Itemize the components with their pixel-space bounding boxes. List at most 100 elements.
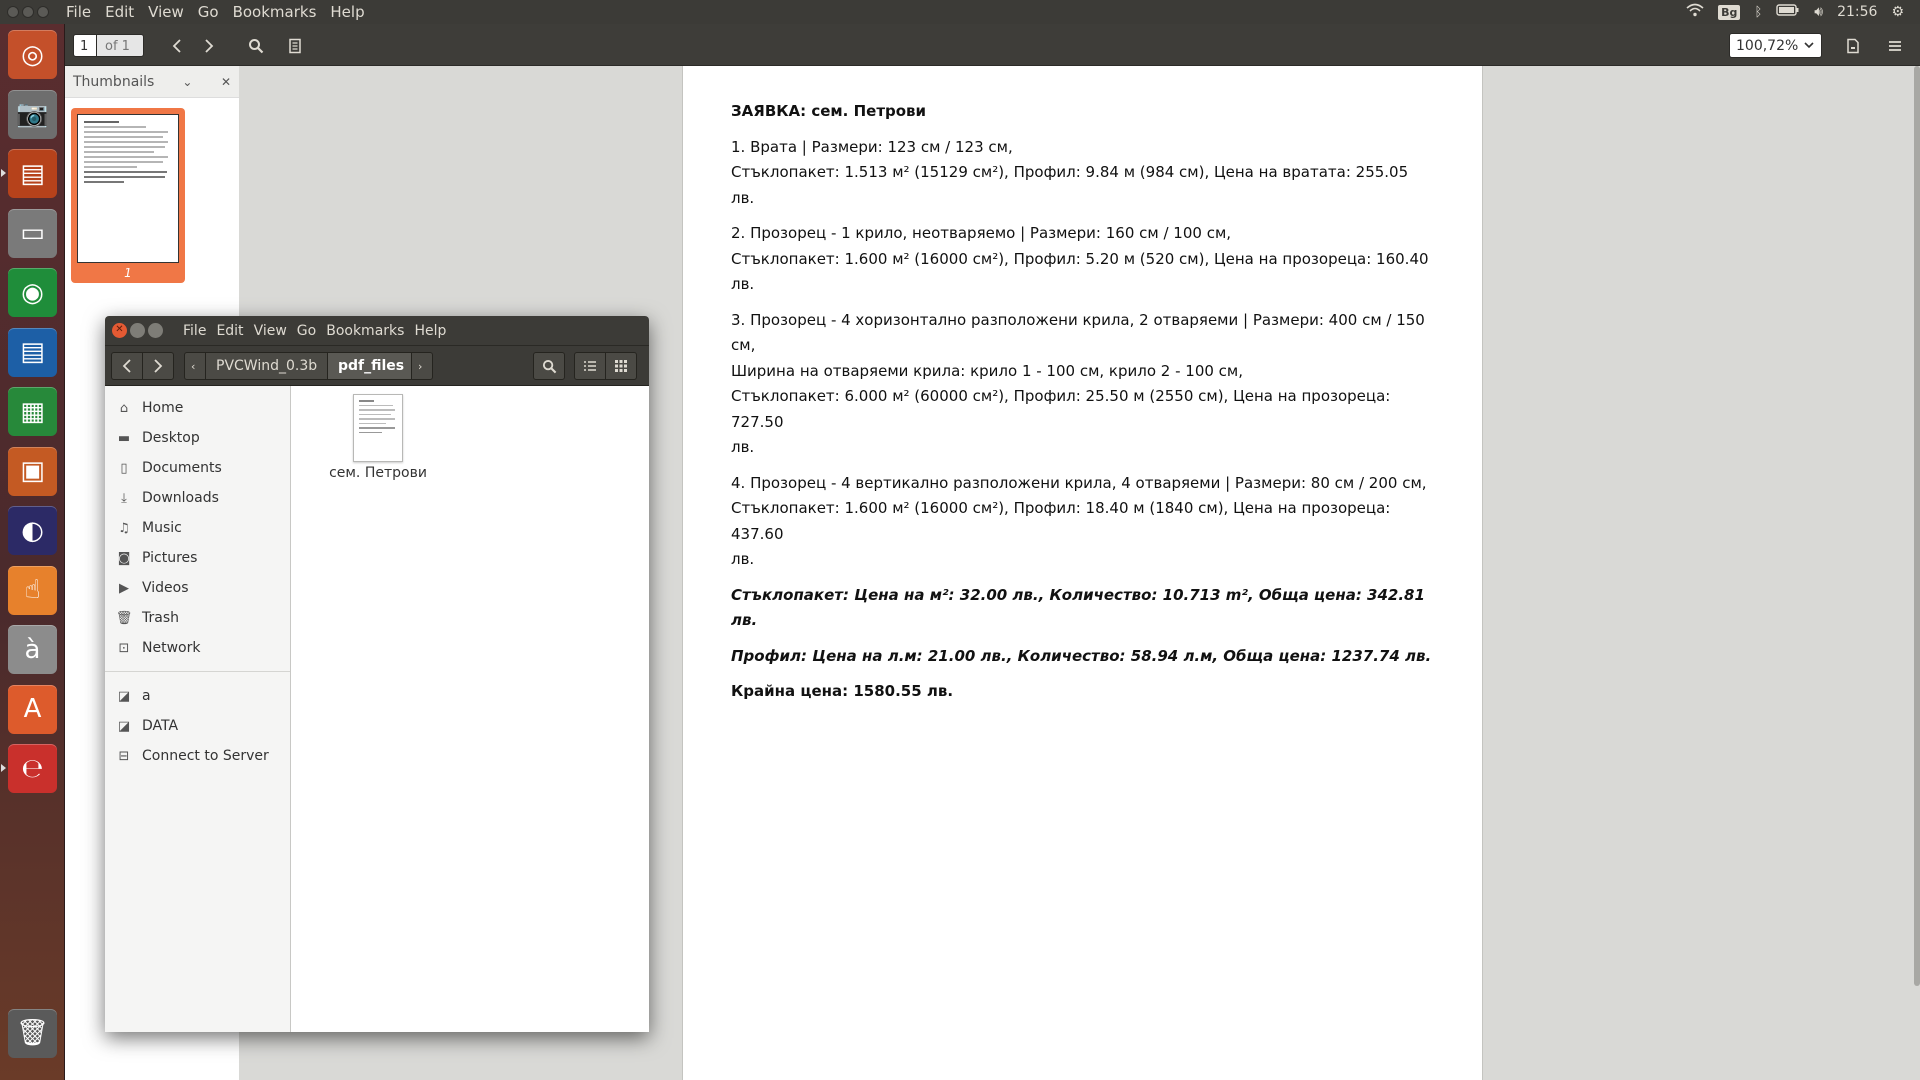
launcher-chrome-icon[interactable]: ◉: [8, 268, 57, 317]
document-line: Стъклопакет: 6.000 м² (60000 см²), Профи…: [731, 387, 1391, 431]
breadcrumb-item-current[interactable]: pdf_files: [327, 352, 416, 380]
menu-help[interactable]: Help: [323, 3, 371, 21]
maximize-icon[interactable]: [148, 323, 163, 338]
zoom-select[interactable]: 100,72%: [1729, 33, 1822, 58]
hamburger-menu-button[interactable]: [1883, 34, 1907, 57]
gear-icon[interactable]: ⚙: [1891, 4, 1904, 20]
launcher-ubuntu-dash-icon[interactable]: ◎: [8, 30, 57, 79]
files-titlebar: ✕ File Edit View Go Bookmarks Help: [105, 316, 649, 346]
file-item[interactable]: сем. Петрови: [328, 394, 428, 481]
back-button[interactable]: [111, 352, 143, 380]
page-number-input[interactable]: 1: [73, 34, 97, 57]
menu-view[interactable]: View: [141, 3, 191, 21]
sidebar-item-pictures[interactable]: ◙ Pictures: [105, 543, 290, 573]
volume-icon[interactable]: 🔊︎: [1814, 4, 1823, 20]
sidebar-item-a[interactable]: ◪ a: [105, 681, 290, 711]
document-properties-button[interactable]: [1841, 34, 1865, 57]
launcher-software-center-icon[interactable]: A: [8, 684, 57, 734]
document-line: 1. Врата | Размери: 123 см / 123 см,: [731, 137, 1013, 156]
sidebar-item-music[interactable]: ♫ Music: [105, 513, 290, 543]
trash-icon: 🗑: [115, 610, 133, 626]
battery-icon[interactable]: [1776, 4, 1800, 20]
launcher-file-manager-icon[interactable]: ▤: [8, 149, 57, 198]
forward-button[interactable]: [142, 352, 174, 380]
search-icon: [249, 38, 264, 53]
search-button[interactable]: [533, 352, 565, 380]
sidebar-item-trash[interactable]: 🗑 Trash: [105, 603, 290, 633]
sidebar-item-data[interactable]: ◪ DATA: [105, 711, 290, 741]
menu-edit[interactable]: Edit: [98, 3, 141, 21]
chevron-down-icon[interactable]: ⌄: [182, 75, 192, 89]
keyboard-layout-indicator[interactable]: Bg: [1718, 4, 1741, 20]
sidebar-item-connect-to-server[interactable]: ⊟ Connect to Server: [105, 741, 290, 771]
minimize-icon[interactable]: [130, 323, 145, 338]
menu-file[interactable]: File: [59, 3, 98, 21]
next-page-button[interactable]: [197, 34, 221, 57]
page-thumbnail[interactable]: 1: [71, 108, 185, 283]
sidebar-item-label: Downloads: [142, 490, 219, 506]
files-window: ✕ File Edit View Go Bookmarks Help ‹ PVC…: [105, 316, 649, 1032]
thumbnail-page-preview: [77, 114, 179, 263]
launcher-trash-icon[interactable]: 🗑: [8, 1008, 57, 1058]
menu-go[interactable]: Go: [191, 3, 226, 21]
sidebar-mode-label[interactable]: Thumbnails: [73, 74, 154, 90]
files-toolbar: ‹ PVCWind_0.3b pdf_files ›: [105, 346, 649, 386]
thumbnail-page-number: 1: [124, 266, 132, 280]
files-menu-file[interactable]: File: [178, 323, 211, 339]
document-item: 4. Прозорец - 4 вертикално разположени к…: [731, 471, 1434, 573]
wifi-icon[interactable]: [1686, 3, 1704, 21]
launcher-disk-drive-icon[interactable]: ▭: [8, 208, 57, 258]
close-icon[interactable]: ✕: [112, 323, 127, 338]
previous-page-button[interactable]: [165, 34, 189, 57]
files-menu-help[interactable]: Help: [409, 323, 451, 339]
clock[interactable]: 21:56: [1837, 4, 1877, 20]
network-icon: ⊡: [118, 640, 130, 656]
menu-bookmarks[interactable]: Bookmarks: [226, 3, 324, 21]
sidebar-item-downloads[interactable]: ⤓ Downloads: [105, 483, 290, 513]
close-icon[interactable]: ✕: [221, 75, 231, 89]
search-button[interactable]: [244, 34, 268, 57]
chevron-left-icon: [172, 38, 181, 53]
annotations-button[interactable]: [283, 34, 307, 57]
launcher-eclipse-icon[interactable]: ◐: [8, 506, 57, 555]
breadcrumb-scroll-right[interactable]: ›: [411, 352, 433, 380]
minimize-icon[interactable]: [22, 6, 34, 18]
notes-icon: [289, 38, 301, 53]
document-items: 1. Врата | Размери: 123 см / 123 см, Стък…: [731, 135, 1434, 573]
sidebar-item-network[interactable]: ⊡ Network: [105, 633, 290, 663]
launcher-calc-icon[interactable]: ▦: [8, 387, 57, 436]
close-icon[interactable]: [7, 6, 19, 18]
sidebar-item-documents[interactable]: ▯ Documents: [105, 453, 290, 483]
files-menu-view[interactable]: View: [249, 323, 292, 339]
grid-view-button[interactable]: [605, 352, 637, 380]
launcher-character-map-icon[interactable]: à: [8, 625, 57, 674]
scrollbar[interactable]: [1914, 66, 1920, 986]
launcher-pdf-viewer-icon[interactable]: ℮: [8, 744, 57, 793]
places-list: ⌂ Home ▬ Desktop ▯ Documents ⤓ Downloads ♫ Music ◙…: [105, 393, 290, 663]
document-item: 3. Прозорец - 4 хоризонтално разположени…: [731, 308, 1434, 461]
launcher-writer-icon[interactable]: ▤: [8, 327, 57, 377]
desktop-icon: ▬: [117, 430, 131, 446]
sidebar-item-desktop[interactable]: ▬ Desktop: [105, 423, 290, 453]
sidebar-item-home[interactable]: ⌂ Home: [105, 393, 290, 423]
window-controls[interactable]: [7, 6, 49, 18]
launcher: ◎ 📷 ▤ ▭ ◉ ▤ ▦ ▣ ◐ ☝ à A ℮ 🗑: [0, 24, 65, 1080]
maximize-icon[interactable]: [37, 6, 49, 18]
document-icon: [1847, 38, 1859, 53]
files-menu-edit[interactable]: Edit: [211, 323, 248, 339]
zoom-value: 100,72%: [1736, 38, 1798, 53]
files-menu-go[interactable]: Go: [292, 323, 321, 339]
breadcrumb-scroll-left[interactable]: ‹: [184, 352, 206, 380]
launcher-touch-app-icon[interactable]: ☝: [8, 565, 57, 615]
breadcrumb-item[interactable]: PVCWind_0.3b: [205, 352, 329, 380]
files-menu-bookmarks[interactable]: Bookmarks: [321, 323, 409, 339]
document-line: Стъклопакет: 1.600 м² (16000 см²), Профи…: [731, 499, 1391, 543]
bluetooth-icon[interactable]: ᛒ: [1754, 5, 1762, 20]
launcher-impress-icon[interactable]: ▣: [8, 446, 57, 496]
pdf-file-icon: [353, 394, 403, 462]
document-line: лв.: [731, 438, 755, 456]
launcher-camera-icon[interactable]: 📷: [8, 89, 57, 139]
document-item: 1. Врата | Размери: 123 см / 123 см, Стък…: [731, 135, 1434, 212]
list-view-button[interactable]: [574, 352, 606, 380]
sidebar-item-videos[interactable]: ▶ Videos: [105, 573, 290, 603]
